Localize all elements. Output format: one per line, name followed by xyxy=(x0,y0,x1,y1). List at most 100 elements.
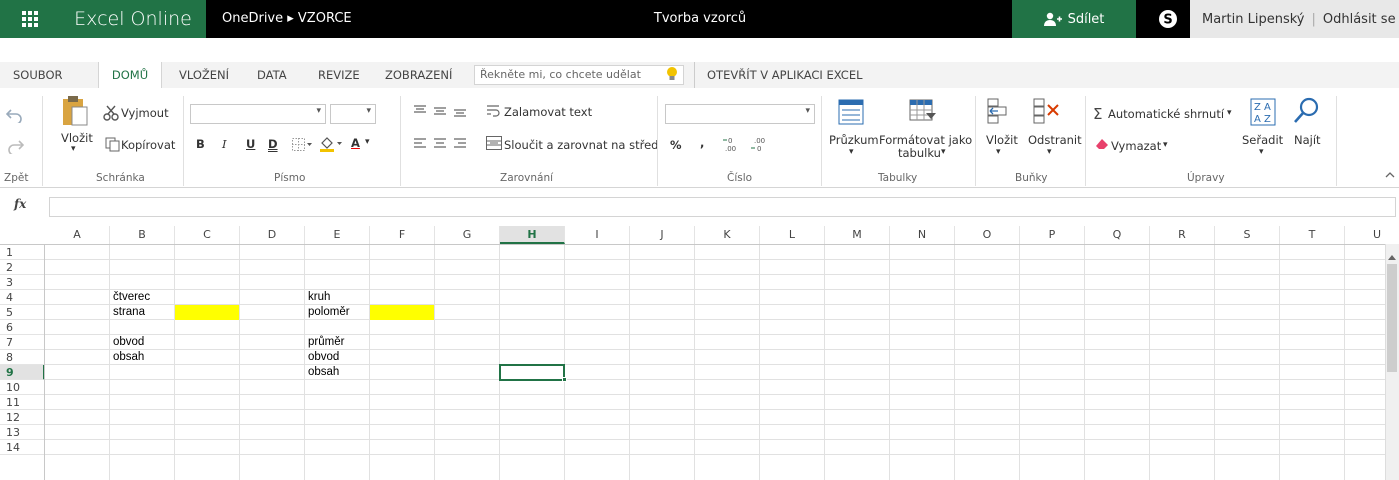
cell-b8[interactable]: obsah xyxy=(110,350,144,365)
column-header-b[interactable]: B xyxy=(110,226,175,244)
column-header-l[interactable]: L xyxy=(760,226,825,244)
copy-icon[interactable] xyxy=(105,137,120,155)
cell-e5[interactable]: poloměr xyxy=(305,305,350,320)
merge-center-label[interactable]: Sloučit a zarovnat na střed xyxy=(504,138,658,152)
eraser-icon[interactable] xyxy=(1095,138,1109,153)
column-header-n[interactable]: N xyxy=(890,226,955,244)
column-header-u[interactable]: U xyxy=(1345,226,1385,244)
column-header-g[interactable]: G xyxy=(435,226,500,244)
align-horizontal-icon[interactable] xyxy=(414,138,470,153)
row-header-3[interactable]: 3 xyxy=(0,275,45,290)
cell-b4[interactable]: čtverec xyxy=(110,290,150,305)
font-size-dropdown[interactable]: ▾ xyxy=(330,104,376,124)
column-header-o[interactable]: O xyxy=(955,226,1020,244)
column-header-h[interactable]: H xyxy=(500,226,565,244)
formula-input[interactable] xyxy=(49,197,1396,217)
cell-b5[interactable]: strana xyxy=(110,305,145,320)
cell-e8[interactable]: obvod xyxy=(305,350,339,365)
row-header-13[interactable]: 13 xyxy=(0,425,45,440)
column-header-s[interactable]: S xyxy=(1215,226,1280,244)
autosum-label[interactable]: Automatické shrnutí xyxy=(1108,107,1224,121)
find-label[interactable]: Najít xyxy=(1294,133,1321,147)
clear-label[interactable]: Vymazat xyxy=(1111,139,1161,153)
fill-color-icon[interactable] xyxy=(319,136,343,155)
row-header-14[interactable]: 14 xyxy=(0,440,45,455)
column-header-p[interactable]: P xyxy=(1020,226,1085,244)
column-header-q[interactable]: Q xyxy=(1085,226,1150,244)
tab-domu[interactable]: DOMŮ xyxy=(98,62,162,88)
cell-b7[interactable]: obvod xyxy=(110,335,144,350)
find-icon[interactable] xyxy=(1292,96,1320,129)
tab-soubor[interactable]: SOUBOR xyxy=(13,62,63,88)
cell-e7[interactable]: průměr xyxy=(305,335,344,350)
column-header-i[interactable]: I xyxy=(565,226,630,244)
decrease-decimal-icon[interactable]: .00 0 xyxy=(750,136,766,155)
double-underline-button[interactable]: D xyxy=(268,137,278,151)
row-header-11[interactable]: 11 xyxy=(0,395,45,410)
row-header-5[interactable]: 5 xyxy=(0,305,45,320)
collapse-ribbon-icon[interactable] xyxy=(1385,168,1395,182)
column-header-e[interactable]: E xyxy=(305,226,370,244)
number-format-dropdown[interactable]: ▾ xyxy=(665,104,815,124)
format-as-table-label-2[interactable]: tabulku xyxy=(898,146,941,160)
tab-revize[interactable]: REVIZE xyxy=(318,62,360,88)
survey-icon[interactable] xyxy=(838,99,864,128)
wrap-text-icon[interactable] xyxy=(486,104,502,121)
delete-cells-label[interactable]: Odstranit xyxy=(1028,133,1082,147)
cut-label[interactable]: Vyjmout xyxy=(121,106,169,120)
percent-button[interactable]: % xyxy=(670,138,682,152)
column-header-t[interactable]: T xyxy=(1280,226,1345,244)
column-header-f[interactable]: F xyxy=(370,226,435,244)
row-header-1[interactable]: 1 xyxy=(0,245,45,260)
row-header-10[interactable]: 10 xyxy=(0,380,45,395)
column-header-a[interactable]: A xyxy=(45,226,110,244)
row-header-12[interactable]: 12 xyxy=(0,410,45,425)
scroll-up-icon[interactable] xyxy=(1388,249,1396,263)
underline-button[interactable]: U xyxy=(246,137,255,151)
undo-icon[interactable] xyxy=(5,107,24,126)
cell-e4[interactable]: kruh xyxy=(305,290,330,305)
delete-cells-icon[interactable] xyxy=(1032,97,1062,128)
row-header-7[interactable]: 7 xyxy=(0,335,45,350)
tab-zobrazeni[interactable]: ZOBRAZENÍ xyxy=(385,62,452,88)
column-header-d[interactable]: D xyxy=(240,226,305,244)
row-header-6[interactable]: 6 xyxy=(0,320,45,335)
vertical-scrollbar-thumb[interactable] xyxy=(1387,264,1397,372)
column-header-c[interactable]: C xyxy=(175,226,240,244)
column-header-r[interactable]: R xyxy=(1150,226,1215,244)
row-header-9[interactable]: 9 xyxy=(0,365,45,380)
row-header-8[interactable]: 8 xyxy=(0,350,45,365)
sign-out-link[interactable]: Odhlásit se xyxy=(1323,12,1396,27)
cell-e9[interactable]: obsah xyxy=(305,365,339,380)
app-launcher-icon[interactable] xyxy=(0,0,60,38)
align-top-icon[interactable] xyxy=(414,105,470,120)
italic-button[interactable]: I xyxy=(222,137,227,151)
borders-icon[interactable] xyxy=(292,138,312,154)
column-header-k[interactable]: K xyxy=(695,226,760,244)
function-icon[interactable]: fx xyxy=(14,197,44,217)
insert-cells-icon[interactable] xyxy=(986,97,1010,128)
merge-center-icon[interactable] xyxy=(486,136,502,153)
sort-label[interactable]: Seřadit xyxy=(1242,133,1283,147)
increase-decimal-icon[interactable]: 0.00 xyxy=(722,136,738,155)
row-header-4[interactable]: 4 xyxy=(0,290,45,305)
row-header-2[interactable]: 2 xyxy=(0,260,45,275)
app-name[interactable]: Excel Online xyxy=(60,0,206,38)
redo-icon[interactable] xyxy=(6,138,25,157)
highlighted-cell-c5[interactable] xyxy=(175,305,239,320)
format-as-table-label[interactable]: Formátovat jako xyxy=(879,133,972,147)
font-name-dropdown[interactable]: ▾ xyxy=(190,104,326,124)
survey-label[interactable]: Průzkum xyxy=(829,133,879,147)
paste-label[interactable]: Vložit xyxy=(61,131,93,145)
column-header-m[interactable]: M xyxy=(825,226,890,244)
bold-button[interactable]: B xyxy=(196,137,205,151)
cut-icon[interactable] xyxy=(103,105,119,124)
skype-icon[interactable]: S xyxy=(1145,0,1190,38)
share-button[interactable]: Sdílet xyxy=(1012,0,1136,38)
column-header-j[interactable]: J xyxy=(630,226,695,244)
sort-icon[interactable]: ZAAZ xyxy=(1250,98,1276,129)
format-as-table-icon[interactable] xyxy=(909,99,937,128)
tell-me-input[interactable]: Řekněte mi, co chcete udělat xyxy=(474,65,684,85)
comma-button[interactable]: , xyxy=(700,136,704,150)
autosum-icon[interactable]: Σ xyxy=(1093,105,1102,123)
